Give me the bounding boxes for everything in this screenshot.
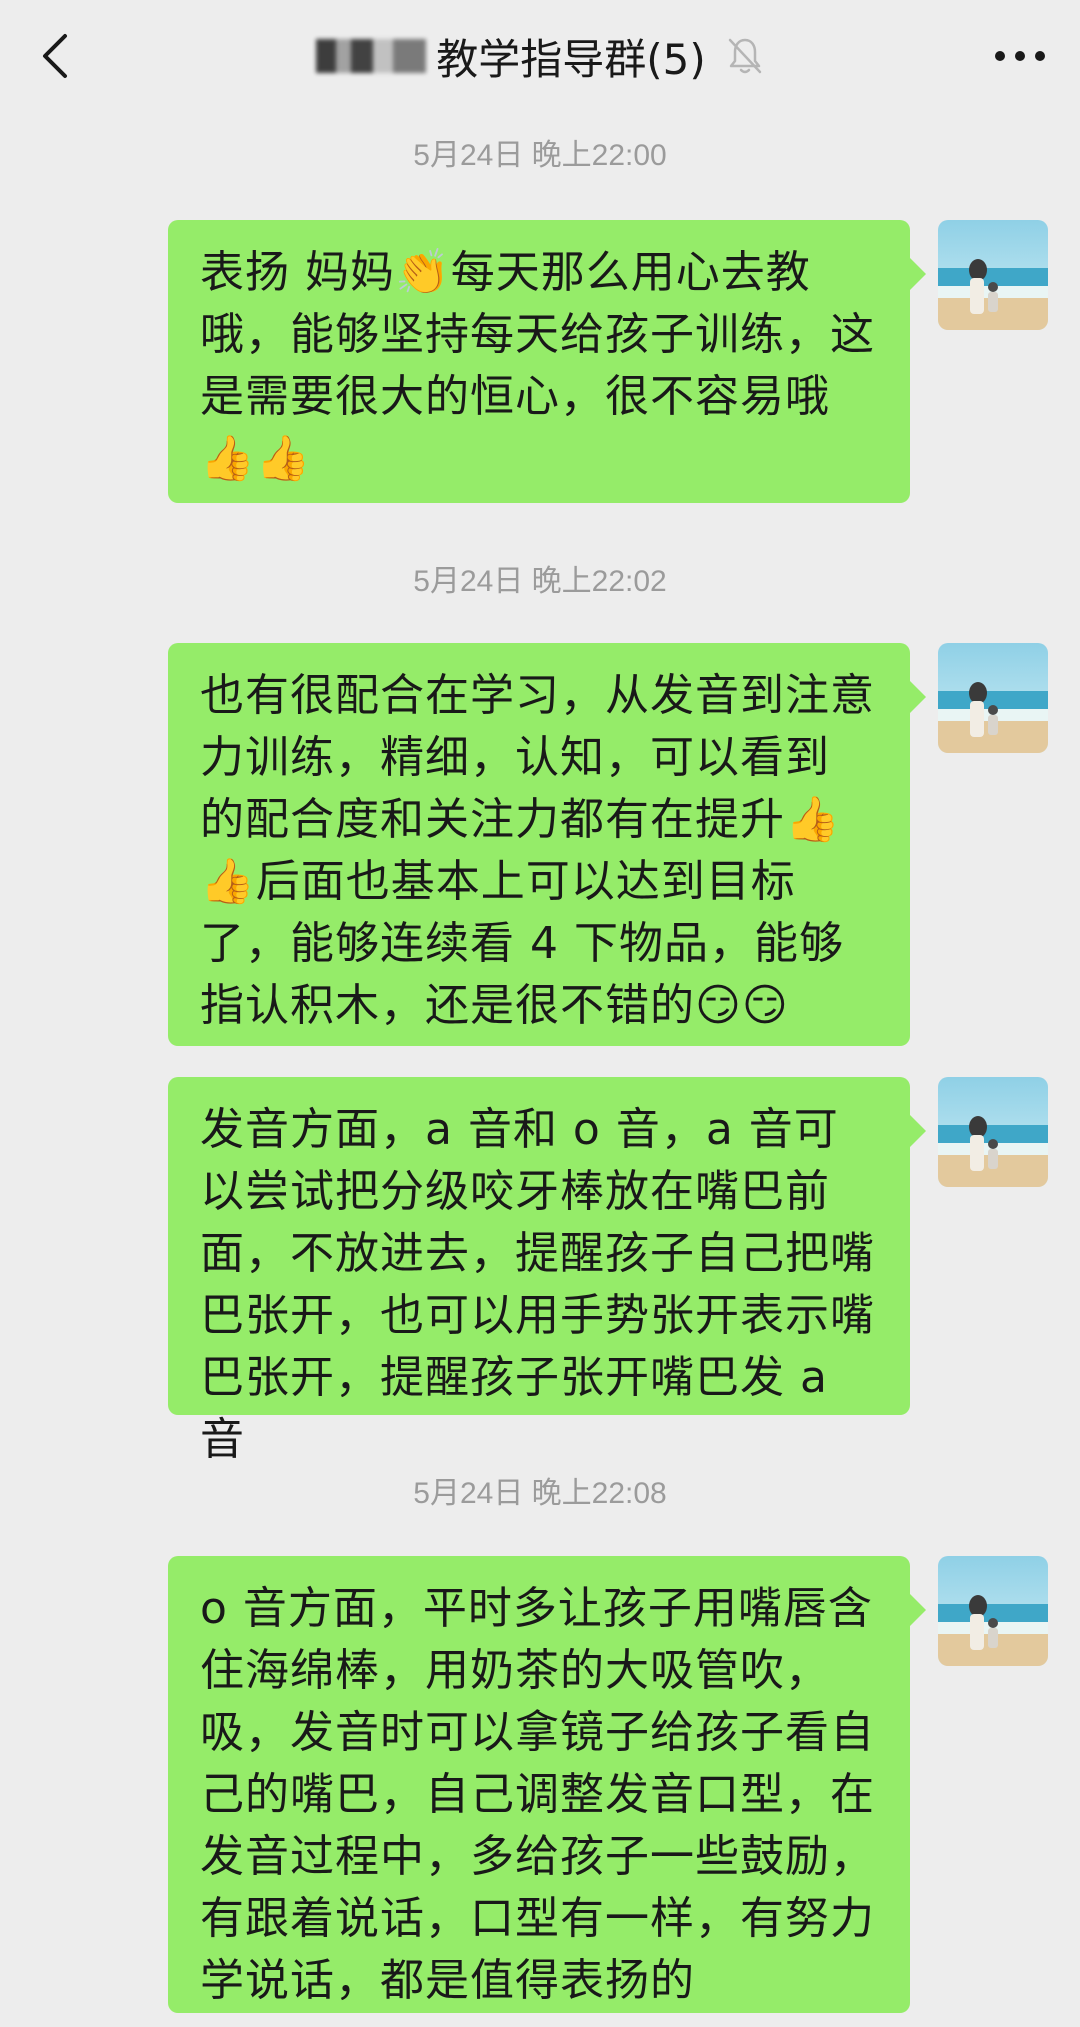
message-text: o 音方面，平时多让孩子用嘴唇含住海绵棒，用奶茶的大吸管吹，吸，发音时可以拿镜子… — [200, 1583, 875, 2006]
beach-avatar-image — [938, 643, 1048, 753]
more-button[interactable] — [980, 16, 1060, 96]
avatar[interactable] — [938, 643, 1048, 753]
redacted-name — [316, 39, 427, 73]
avatar[interactable] — [938, 1556, 1048, 1666]
message-bubble[interactable]: o 音方面，平时多让孩子用嘴唇含住海绵棒，用奶茶的大吸管吹，吸，发音时可以拿镜子… — [168, 1556, 926, 2013]
message-bubble[interactable]: 也有很配合在学习，从发音到注意力训练，精细，认知，可以看到 的配合度和关注力都有… — [168, 643, 926, 1046]
message-timestamp: 5月24日 晚上22:02 — [413, 565, 667, 598]
beach-avatar-image — [938, 220, 1048, 330]
message-text: 发音方面，a 音和 o 音，a 音可以尝试把分级咬牙棒放在嘴巴前面，不放进去，提… — [200, 1104, 875, 1465]
message-text: 也有很配合在学习，从发音到注意力训练，精细，认知，可以看到 的配合度和关注力都有… — [200, 670, 875, 1031]
message-timestamp: 5月24日 晚上22:08 — [413, 1477, 667, 1510]
avatar[interactable] — [938, 220, 1048, 330]
more-dots-icon — [995, 51, 1045, 61]
bell-off-icon — [728, 38, 761, 74]
chat-title-area: 教学指导群(5) — [0, 22, 1080, 90]
message-text: 表扬 妈妈👏每天那么用心去教 哦，能够坚持每天给孩子训练，这是需要很大的恒心，很… — [200, 247, 875, 484]
message-bubble[interactable]: 发音方面，a 音和 o 音，a 音可以尝试把分级咬牙棒放在嘴巴前面，不放进去，提… — [168, 1077, 926, 1465]
page-title: 教学指导群(5) — [436, 34, 706, 84]
avatar[interactable] — [938, 1077, 1048, 1187]
beach-avatar-image — [938, 1077, 1048, 1187]
message-timestamp: 5月24日 晚上22:00 — [413, 139, 667, 172]
message-bubble[interactable]: 表扬 妈妈👏每天那么用心去教 哦，能够坚持每天给孩子训练，这是需要很大的恒心，很… — [168, 220, 926, 503]
beach-avatar-image — [938, 1556, 1048, 1666]
chat-header: 教学指导群(5) — [0, 0, 1080, 112]
